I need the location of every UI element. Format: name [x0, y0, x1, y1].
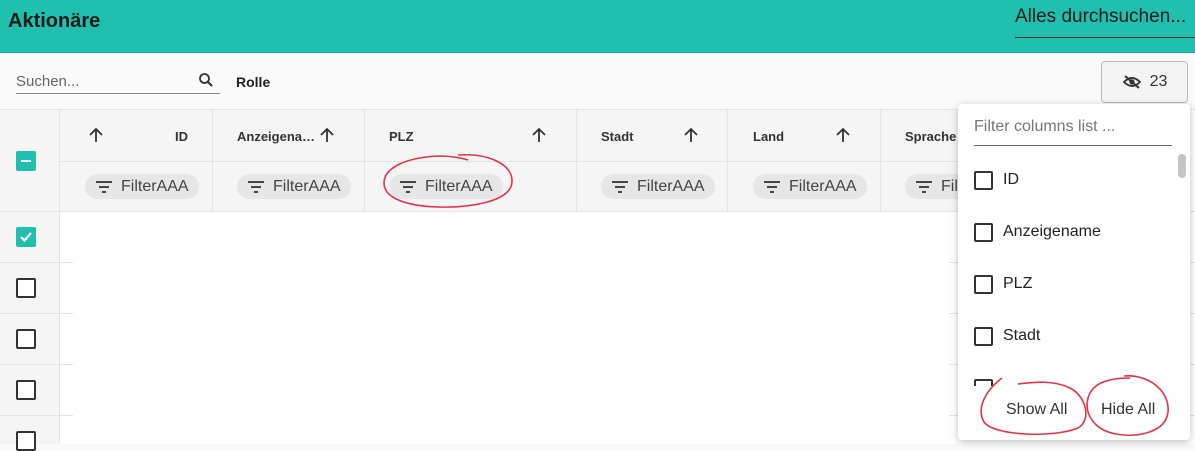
sort-arrow-up-icon[interactable]: [86, 125, 106, 145]
column-visibility-panel: ID Anzeigename PLZ Stadt Show All Hide A…: [958, 104, 1190, 440]
column-toggle-plz[interactable]: PLZ: [974, 272, 1032, 296]
column-toggle-label: ID: [1003, 171, 1019, 188]
filter-chip-label: FilterAAA: [789, 177, 857, 195]
page-title: Aktionäre: [8, 10, 101, 32]
select-all-checkbox[interactable]: [16, 151, 36, 171]
hidden-columns-button[interactable]: 23: [1101, 61, 1188, 103]
eye-off-icon: [1122, 75, 1141, 89]
global-search-input[interactable]: Alles durchsuchen...: [1015, 6, 1195, 38]
column-filter-chip[interactable]: FilterAAA: [85, 174, 199, 199]
role-filter-label[interactable]: Rolle: [236, 74, 270, 90]
column-toggle-label: Stadt: [1003, 327, 1041, 344]
row-checkbox[interactable]: [16, 278, 36, 298]
search-icon[interactable]: [198, 72, 214, 88]
panel-scrollbar[interactable]: [1178, 154, 1186, 178]
filter-chip-label: FilterAAA: [273, 177, 341, 195]
column-toggle-anzeigename[interactable]: Anzeigename: [974, 220, 1101, 244]
column-toggle-checkbox[interactable]: [974, 326, 993, 346]
column-toggle-checkbox[interactable]: [974, 222, 993, 242]
column-filter-chip[interactable]: Filt: [905, 174, 960, 199]
column-filter-chip[interactable]: FilterAAA: [601, 174, 715, 199]
search-input[interactable]: [16, 70, 186, 92]
app-header: Aktionäre Alles durchsuchen...: [0, 0, 1195, 53]
search-field: [16, 70, 220, 94]
column-title: Sprache: [905, 129, 957, 144]
column-toggle-label: PLZ: [1003, 275, 1033, 292]
column-filter-chip[interactable]: FilterAAA: [237, 174, 351, 199]
row-checkbox-checked[interactable]: [16, 227, 36, 247]
indeterminate-icon: [21, 160, 31, 162]
sort-arrow-up-icon[interactable]: [529, 125, 549, 145]
sort-arrow-up-icon[interactable]: [681, 125, 701, 145]
filter-chip-label: FilterAAA: [121, 177, 189, 195]
row-checkbox[interactable]: [16, 431, 36, 451]
filter-icon: [764, 180, 780, 193]
filter-icon: [248, 180, 264, 193]
header-divider: [60, 161, 961, 162]
column-title: PLZ: [389, 129, 414, 144]
sort-arrow-up-icon[interactable]: [317, 125, 337, 145]
filter-icon: [400, 180, 416, 193]
hide-all-button[interactable]: Hide All: [1101, 401, 1155, 419]
column-filter-chip[interactable]: FilterAAA: [389, 174, 503, 199]
filter-icon: [916, 180, 932, 193]
column-toggle-label: Anzeigename: [1003, 223, 1101, 240]
column-toggle-checkbox[interactable]: [974, 170, 993, 190]
filter-icon: [612, 180, 628, 193]
row-checkbox[interactable]: [16, 380, 36, 400]
column-title: Land: [753, 129, 785, 144]
grid-toolbar: Rolle 23: [0, 54, 1195, 110]
column-toggle-checkbox[interactable]: [974, 274, 993, 294]
filter-icon: [96, 180, 112, 193]
column-toggle-stadt[interactable]: Stadt: [974, 324, 1040, 348]
filter-chip-label: FilterAAA: [425, 177, 493, 195]
column-filter-chip[interactable]: FilterAAA: [753, 174, 867, 199]
grid-body-blank: [73, 221, 949, 444]
column-title: ID: [175, 129, 188, 144]
row-checkbox[interactable]: [16, 329, 36, 349]
sort-arrow-up-icon[interactable]: [833, 125, 853, 145]
hidden-columns-count: 23: [1149, 73, 1168, 90]
check-icon: [20, 232, 32, 243]
show-all-button[interactable]: Show All: [1006, 401, 1067, 419]
column-toggle-id[interactable]: ID: [974, 168, 1019, 192]
column-title: Anzeigena…: [237, 129, 316, 144]
column-title: Stadt: [601, 129, 634, 144]
filter-chip-label: FilterAAA: [637, 177, 705, 195]
column-filter-field: [974, 118, 1172, 146]
column-filter-input[interactable]: [974, 118, 1172, 136]
